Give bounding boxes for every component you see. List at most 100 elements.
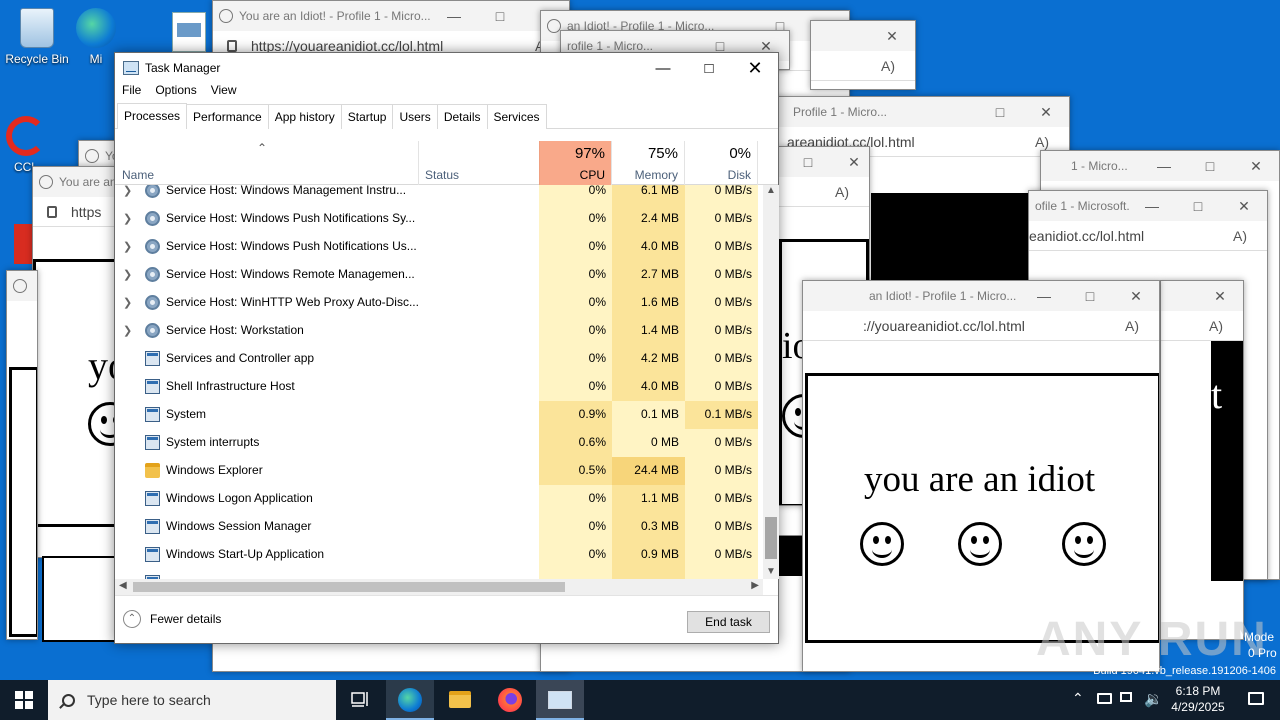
edge-titlebar[interactable]: You are an Idiot! - Profile 1 - Micro...… <box>213 1 569 31</box>
process-row[interactable]: System 0.9% 0.1 MB 0.1 MB/s <box>115 401 763 429</box>
close-icon[interactable]: ✕ <box>831 154 869 171</box>
close-icon[interactable]: ✕ <box>1113 288 1159 305</box>
address-bar[interactable]: A) <box>1161 311 1243 341</box>
scroll-up-arrow-icon[interactable]: ▲ <box>766 185 776 196</box>
edge-titlebar[interactable]: an Idiot! - Profile 1 - Micro... — □ ✕ <box>803 281 1159 311</box>
process-row[interactable]: ❯ Service Host: Windows Management Instr… <box>115 185 763 205</box>
network-tray-icon[interactable] <box>1118 680 1140 720</box>
edge-desktop-icon[interactable]: Mi <box>76 8 116 66</box>
task-view-button[interactable] <box>338 680 382 720</box>
maximize-button[interactable]: □ <box>686 53 732 83</box>
edge-titlebar[interactable]: ofile 1 - Microsoft... — □ ✕ <box>1029 191 1267 221</box>
maximize-icon[interactable]: □ <box>977 104 1023 120</box>
edge-titlebar[interactable]: You are an <box>33 167 115 197</box>
minimize-icon[interactable]: — <box>1129 198 1175 214</box>
scroll-down-arrow-icon[interactable]: ▼ <box>766 566 776 577</box>
name-column-header[interactable]: ⌃ Name <box>115 141 419 185</box>
close-icon[interactable]: ✕ <box>1023 104 1069 121</box>
process-row[interactable]: Shell Infrastructure Host 0% 4.0 MB 0 MB… <box>115 373 763 401</box>
scroll-left-arrow-icon[interactable]: ◀ <box>119 580 127 591</box>
menu-options[interactable]: Options <box>155 83 196 103</box>
notifications-button[interactable] <box>1232 680 1280 720</box>
process-row[interactable]: Services and Controller app 0% 4.2 MB 0 … <box>115 345 763 373</box>
process-row[interactable]: ❯ Service Host: Windows Push Notificatio… <box>115 233 763 261</box>
taskbar-task-manager[interactable] <box>536 680 584 720</box>
cpu-column-header[interactable]: 97% CPU <box>539 141 612 185</box>
minimize-icon[interactable]: — <box>1141 158 1187 174</box>
close-icon[interactable]: ✕ <box>869 28 915 45</box>
minimize-icon[interactable]: — <box>431 8 477 24</box>
edge-window[interactable] <box>6 270 38 640</box>
status-column-header[interactable]: Status <box>419 141 539 185</box>
tab-startup[interactable]: Startup <box>340 104 394 129</box>
show-hidden-icons-button[interactable]: ⌃ <box>1070 680 1088 720</box>
read-aloud-icon[interactable]: A) <box>1125 318 1159 334</box>
maximize-icon[interactable]: □ <box>785 154 831 170</box>
taskbar-file-explorer[interactable] <box>436 680 484 720</box>
end-task-button[interactable]: End task <box>687 611 770 633</box>
volume-icon[interactable]: 🔉 <box>1142 680 1164 720</box>
expand-chevron-icon[interactable]: ❯ <box>123 240 132 253</box>
edge-window[interactable]: ✕ A) <box>810 20 916 90</box>
process-row-partial[interactable] <box>115 569 763 579</box>
read-aloud-icon[interactable]: A) <box>1233 228 1267 244</box>
clock[interactable]: 6:18 PM 4/29/2025 <box>1168 680 1228 720</box>
vertical-scroll-thumb[interactable] <box>765 517 777 559</box>
tab-performance[interactable]: Performance <box>186 104 269 129</box>
process-row[interactable]: Windows Start-Up Application 0% 0.9 MB 0… <box>115 541 763 569</box>
minimize-icon[interactable]: — <box>1021 288 1067 304</box>
horizontal-scroll-thumb[interactable] <box>133 582 565 592</box>
tab-app-history[interactable]: App history <box>267 104 342 129</box>
close-icon[interactable]: ✕ <box>1233 158 1279 175</box>
process-row[interactable]: Windows Logon Application 0% 1.1 MB 0 MB… <box>115 485 763 513</box>
scroll-right-arrow-icon[interactable]: ▶ <box>751 580 759 591</box>
tab-users[interactable]: Users <box>392 104 438 129</box>
edge-titlebar[interactable]: Profile 1 - Micro... □ ✕ <box>761 97 1069 127</box>
minimize-button[interactable]: — <box>640 53 686 83</box>
edge-titlebar[interactable] <box>7 271 37 301</box>
edge-titlebar[interactable]: ✕ <box>1161 281 1243 311</box>
process-row[interactable]: ❯ Service Host: WinHTTP Web Proxy Auto-D… <box>115 289 763 317</box>
recycle-bin-desktop-icon[interactable]: Recycle Bin <box>1 8 73 66</box>
edge-titlebar[interactable]: □ ✕ <box>779 147 869 177</box>
process-row[interactable]: ❯ Service Host: Windows Push Notificatio… <box>115 205 763 233</box>
address-bar[interactable]: eanidiot.cc/lol.html A) <box>1029 221 1267 251</box>
maximize-icon[interactable]: □ <box>477 8 523 24</box>
edge-titlebar[interactable]: 1 - Micro... — □ ✕ <box>1041 151 1279 181</box>
network-icon[interactable] <box>1094 680 1116 720</box>
file-desktop-icon[interactable] <box>172 12 206 52</box>
read-aloud-icon[interactable]: A) <box>835 184 869 200</box>
fewer-details-button[interactable]: ⌃ Fewer details <box>123 610 221 628</box>
close-icon[interactable]: ✕ <box>1197 288 1243 305</box>
tab-processes[interactable]: Processes <box>117 103 188 129</box>
expand-chevron-icon[interactable]: ❯ <box>123 268 132 281</box>
memory-column-header[interactable]: 75% Memory <box>612 141 685 185</box>
horizontal-scrollbar[interactable]: ◀ ▶ <box>115 579 763 595</box>
disk-column-header[interactable]: 0% Disk <box>685 141 758 185</box>
address-bar[interactable]: https <box>33 197 115 227</box>
taskbar-edge[interactable] <box>386 680 434 720</box>
tab-services[interactable]: Services <box>486 104 547 129</box>
vertical-scrollbar[interactable]: ▲ ▼ <box>763 185 779 579</box>
expand-chevron-icon[interactable]: ❯ <box>123 212 132 225</box>
read-aloud-icon[interactable]: A) <box>1035 134 1069 150</box>
maximize-icon[interactable]: □ <box>1187 158 1233 174</box>
edge-window[interactable]: ✕ A) t <box>1160 280 1244 640</box>
maximize-icon[interactable]: □ <box>1175 198 1221 214</box>
tab-details[interactable]: Details <box>436 104 488 129</box>
expand-chevron-icon[interactable]: ❯ <box>123 296 132 309</box>
expand-chevron-icon[interactable]: ❯ <box>123 324 132 337</box>
task-manager-titlebar[interactable]: Task Manager — □ ✕ <box>115 53 778 83</box>
address-bar[interactable]: A) <box>811 51 915 81</box>
read-aloud-icon[interactable]: A) <box>881 58 915 74</box>
expand-chevron-icon[interactable]: ❯ <box>123 185 132 197</box>
task-manager-window[interactable]: Task Manager — □ ✕ File Options View Pro… <box>114 52 779 644</box>
edge-window[interactable]: You are an https yo <box>32 166 116 558</box>
maximize-icon[interactable]: □ <box>1067 288 1113 304</box>
process-row[interactable]: ❯ Service Host: Windows Remote Managemen… <box>115 261 763 289</box>
address-bar[interactable]: A) <box>779 177 869 207</box>
close-button[interactable]: ✕ <box>732 53 778 83</box>
address-bar[interactable]: ://youareanidiot.cc/lol.html A) <box>803 311 1159 341</box>
read-aloud-icon[interactable]: A) <box>1209 318 1243 334</box>
process-row[interactable]: ❯ Service Host: Workstation 0% 1.4 MB 0 … <box>115 317 763 345</box>
